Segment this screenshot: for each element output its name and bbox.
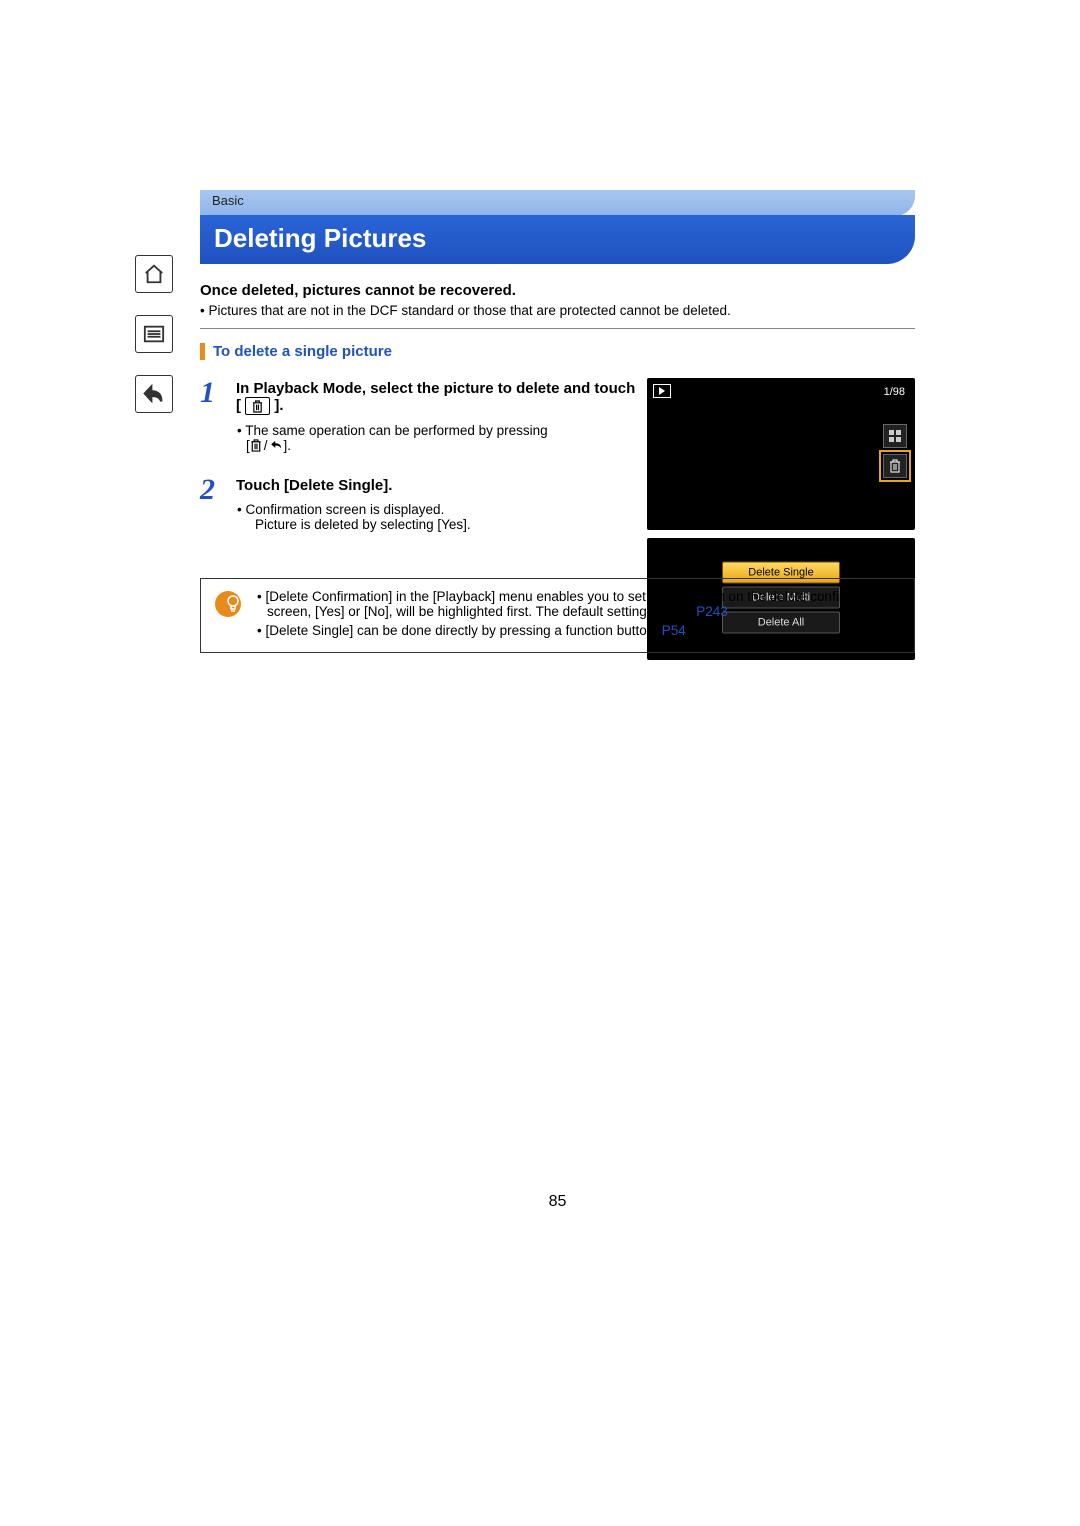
step-2-number: 2 bbox=[200, 475, 236, 532]
step-1-title: In Playback Mode, select the picture to … bbox=[236, 380, 635, 414]
link-p243[interactable]: P243 bbox=[696, 604, 728, 619]
section-heading: To delete a single picture bbox=[200, 343, 915, 360]
chapter-label: Basic bbox=[200, 190, 915, 216]
step-1-note-text: • The same operation can be performed by… bbox=[237, 423, 548, 438]
back-icon[interactable] bbox=[135, 375, 173, 413]
step-2-note: • Confirmation screen is displayed. Pict… bbox=[236, 502, 636, 532]
page-title: Deleting Pictures bbox=[200, 215, 915, 264]
step-1-number: 1 bbox=[200, 378, 236, 453]
playback-screen: 1/98 bbox=[647, 378, 915, 530]
step-1-title-end: ]. bbox=[274, 397, 283, 414]
step-1-note: • The same operation can be performed by… bbox=[236, 423, 636, 453]
warning-note: • Pictures that are not in the DCF stand… bbox=[200, 303, 915, 318]
tip-2-text: • [Delete Single] can be done directly b… bbox=[257, 623, 662, 638]
step-2-note-line2: Picture is deleted by selecting [Yes]. bbox=[246, 517, 471, 532]
trash-icon bbox=[245, 397, 270, 415]
tip-box: • [Delete Confirmation] in the [Playback… bbox=[200, 578, 915, 653]
contents-icon[interactable] bbox=[135, 315, 173, 353]
step-2-title: Touch [Delete Single]. bbox=[236, 477, 636, 494]
tip-line-2: • [Delete Single] can be done directly b… bbox=[257, 623, 900, 638]
home-icon[interactable] bbox=[135, 255, 173, 293]
sidebar-nav bbox=[135, 255, 175, 435]
thumbnail-icon bbox=[883, 424, 907, 448]
step-1-note-bracket-close: ]. bbox=[284, 438, 292, 453]
link-p54[interactable]: P54 bbox=[662, 623, 686, 638]
step-2-note-line1: • Confirmation screen is displayed. bbox=[237, 502, 444, 517]
playback-mode-icon bbox=[653, 384, 671, 398]
image-counter: 1/98 bbox=[884, 386, 905, 398]
warning-heading: Once deleted, pictures cannot be recover… bbox=[200, 282, 915, 299]
divider bbox=[200, 328, 915, 329]
trash-icon bbox=[883, 454, 907, 478]
step-1-title-text: In Playback Mode, select the picture to … bbox=[236, 380, 635, 414]
tip-lightbulb-icon bbox=[215, 591, 241, 617]
tip-line-1: • [Delete Confirmation] in the [Playback… bbox=[257, 589, 900, 619]
page-number: 85 bbox=[200, 1193, 915, 1211]
tip-1-text: • [Delete Confirmation] in the [Playback… bbox=[257, 589, 884, 619]
